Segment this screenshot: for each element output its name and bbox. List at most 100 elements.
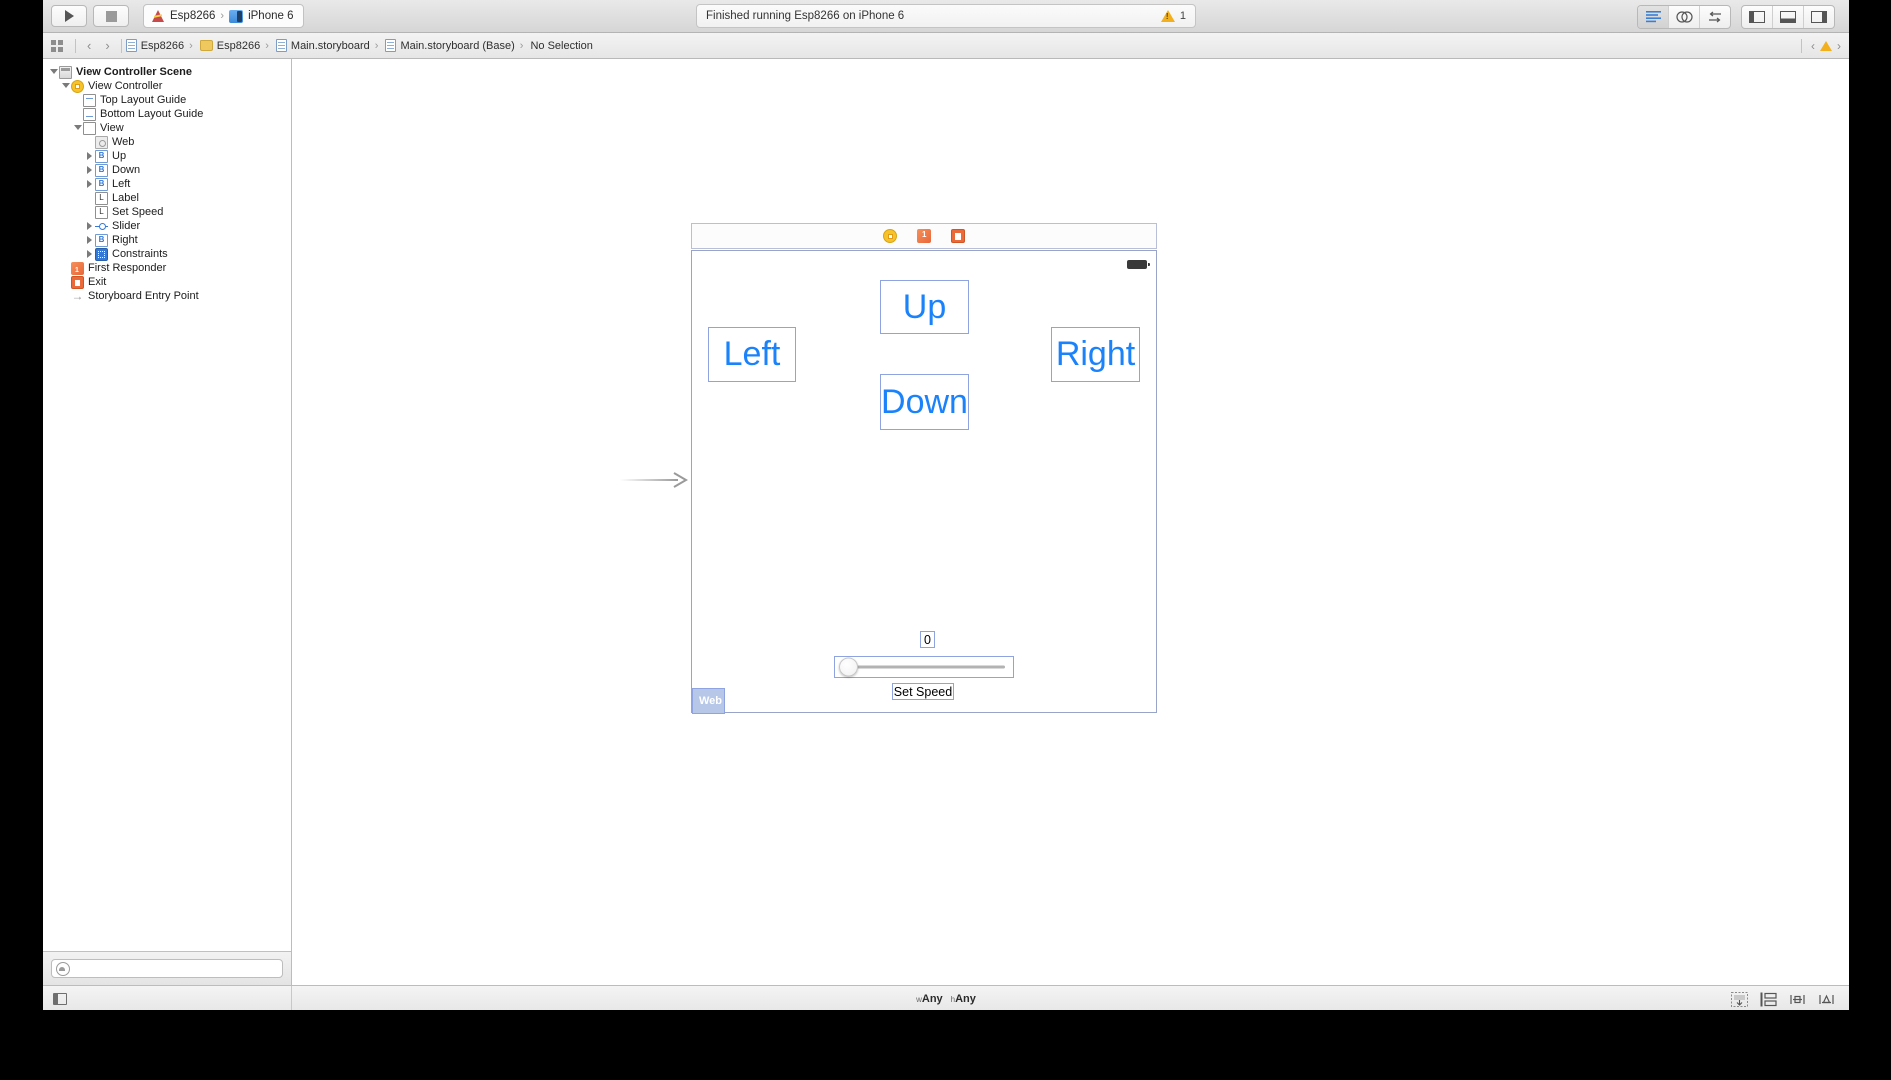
assistant-editor-button[interactable] <box>1669 6 1700 28</box>
outline-row-label: Down <box>112 164 141 176</box>
document-icon <box>125 39 137 52</box>
warning-icon[interactable] <box>1820 40 1832 51</box>
breadcrumb-item-project[interactable]: Esp8266 › <box>125 39 198 52</box>
disclosure-triangle-icon[interactable] <box>49 67 59 77</box>
xcode-window: Esp8266 › iPhone 6 Finished running Esp8… <box>43 0 1849 1010</box>
activity-status-bar[interactable]: Finished running Esp8266 on iPhone 6 1 <box>696 4 1196 28</box>
stop-button[interactable] <box>93 5 129 27</box>
debug-toggle-button[interactable] <box>1773 6 1804 28</box>
align-icon[interactable] <box>1731 991 1748 1007</box>
view-controller-icon <box>71 79 84 93</box>
outline-row[interactable]: → Storyboard Entry Point <box>43 289 291 303</box>
next-issue-button[interactable]: › <box>1837 39 1841 53</box>
outline-row-label: View Controller Scene <box>76 66 192 78</box>
back-button[interactable]: ‹ <box>80 38 98 53</box>
navigator-toggle-button[interactable] <box>1742 6 1773 28</box>
outline-row[interactable]: Bottom Layout Guide <box>43 107 291 121</box>
outline-row[interactable]: View <box>43 121 291 135</box>
resolve-issues-icon[interactable] <box>1789 992 1806 1007</box>
outline-row[interactable]: View Controller <box>43 79 291 93</box>
view-controller-scene[interactable]: Up Down Left Right 0 <box>691 223 1157 714</box>
outline-row[interactable]: First Responder <box>43 261 291 278</box>
outline-row[interactable]: L Set Speed <box>43 205 291 219</box>
left-button[interactable]: Left <box>708 327 796 382</box>
slider-knob[interactable] <box>839 657 858 677</box>
interface-builder-canvas[interactable]: Up Down Left Right 0 <box>292 59 1849 985</box>
resizing-behavior-icon[interactable] <box>1818 992 1835 1007</box>
right-button[interactable]: Right <box>1051 327 1140 382</box>
outline-row[interactable]: B Left <box>43 177 291 191</box>
outline-row[interactable]: B Right <box>43 233 291 247</box>
outline-row[interactable]: L Label <box>43 191 291 205</box>
breadcrumb-label: Esp8266 <box>140 39 185 52</box>
entry-point-icon: → <box>71 289 84 303</box>
version-editor-button[interactable] <box>1700 6 1730 28</box>
standard-editor-icon <box>1645 11 1661 23</box>
assistant-editor-icon <box>1675 11 1693 23</box>
outline-row[interactable]: B Down <box>43 163 291 177</box>
disclosure-triangle-icon[interactable] <box>85 235 95 245</box>
exit-dock-icon[interactable] <box>951 229 965 243</box>
button-icon: B <box>95 149 108 163</box>
previous-issue-button[interactable]: ‹ <box>1811 39 1815 53</box>
disclosure-triangle-icon[interactable] <box>73 123 83 133</box>
document-outline-toggle-button[interactable] <box>53 993 67 1005</box>
constraints-icon <box>95 247 108 261</box>
view-icon <box>83 121 96 135</box>
outline-row[interactable]: Web <box>43 135 291 149</box>
breadcrumb-item-selection[interactable]: No Selection <box>530 40 592 52</box>
disclosure-triangle-icon[interactable] <box>61 81 71 91</box>
scheme-selector[interactable]: Esp8266 › iPhone 6 <box>143 4 305 28</box>
standard-editor-button[interactable] <box>1638 6 1669 28</box>
first-responder-dock-icon[interactable] <box>917 229 931 243</box>
exit-icon <box>71 275 84 289</box>
speed-slider[interactable] <box>834 656 1014 678</box>
first-responder-icon <box>71 261 84 278</box>
pin-icon[interactable] <box>1760 992 1777 1007</box>
size-class-indicator[interactable]: wAny hAny <box>916 993 976 1005</box>
outline-row[interactable]: B Up <box>43 149 291 163</box>
breadcrumb-item-storyboard[interactable]: Main.storyboard › <box>275 39 384 52</box>
editor-split: View Controller Scene View Controller Top … <box>43 59 1849 985</box>
filter-input[interactable] <box>73 961 278 976</box>
outline-row[interactable]: Slider <box>43 219 291 233</box>
document-outline-panel: View Controller Scene View Controller Top … <box>43 59 292 985</box>
down-button[interactable]: Down <box>880 374 969 430</box>
speed-value-label[interactable]: 0 <box>920 631 935 648</box>
project-icon <box>151 9 165 23</box>
disclosure-triangle-icon[interactable] <box>85 221 95 231</box>
breadcrumb-label: Main.storyboard (Base) <box>400 39 515 52</box>
outline-row[interactable]: Top Layout Guide <box>43 93 291 107</box>
outline-row[interactable]: Constraints <box>43 247 291 261</box>
forward-button[interactable]: › <box>98 38 116 53</box>
outline-row-label: First Responder <box>88 262 167 274</box>
canvas-bottom-bar: wAny hAny <box>43 985 1849 1010</box>
top-layout-guide-icon <box>83 93 96 107</box>
disclosure-triangle-icon[interactable] <box>85 249 95 259</box>
device-icon <box>229 9 244 23</box>
scene-dock <box>691 223 1157 249</box>
outline-row-label: Label <box>112 192 139 204</box>
editor-mode-group <box>1637 5 1731 29</box>
right-button-label: Right <box>1055 335 1136 373</box>
disclosure-triangle-icon[interactable] <box>85 151 95 161</box>
set-speed-label[interactable]: Set Speed <box>892 683 954 700</box>
utilities-toggle-button[interactable] <box>1804 6 1834 28</box>
stop-icon <box>105 10 117 22</box>
breadcrumb-item-storyboard-base[interactable]: Main.storyboard (Base) › <box>385 39 528 52</box>
disclosure-triangle-icon[interactable] <box>85 165 95 175</box>
filter-field[interactable] <box>51 959 283 978</box>
disclosure-triangle-icon[interactable] <box>85 179 95 189</box>
outline-row[interactable]: View Controller Scene <box>43 65 291 79</box>
outline-tree: View Controller Scene View Controller Top … <box>43 59 291 303</box>
related-items-icon[interactable] <box>51 39 63 52</box>
view-controller-dock-icon[interactable] <box>883 229 897 243</box>
utilities-panel-icon <box>1811 11 1827 23</box>
navigator-panel-icon <box>1749 11 1765 23</box>
breadcrumb-item-group[interactable]: Esp8266 › <box>199 40 274 52</box>
up-button[interactable]: Up <box>880 280 969 334</box>
run-button[interactable] <box>51 5 87 27</box>
web-view[interactable]: Web <box>692 688 725 714</box>
device-view[interactable]: Up Down Left Right 0 Set Speed Web <box>691 250 1157 714</box>
outline-row[interactable]: Exit <box>43 275 291 289</box>
